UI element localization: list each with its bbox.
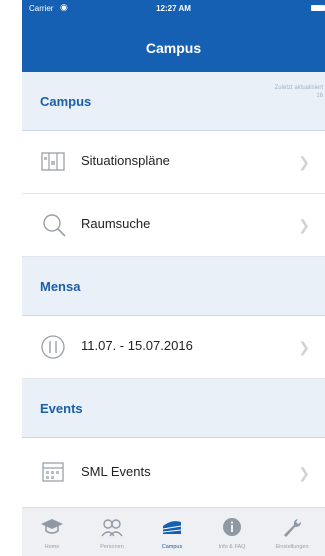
row-label-sml-events: SML Events	[81, 464, 151, 479]
section-header-events: Events	[22, 379, 325, 438]
tab-home[interactable]: Home	[22, 508, 82, 556]
people-icon	[100, 516, 124, 538]
section-title-campus: Campus	[40, 94, 92, 109]
section-title-mensa: Mensa	[40, 279, 81, 294]
row-situationsplaene[interactable]: Situationspläne ❯	[22, 131, 325, 194]
search-icon	[40, 211, 68, 239]
tab-info-faq[interactable]: Info & FAQ	[202, 508, 262, 556]
cutlery-icon	[40, 333, 68, 361]
tab-personen[interactable]: Personen	[82, 508, 142, 556]
tab-label-campus: Campus	[161, 544, 183, 550]
map-icon	[40, 148, 68, 176]
phone-screen: Carrier ◉ 12:27 AM Campus Campus Zuletzt…	[22, 0, 325, 556]
chevron-right-icon: ❯	[298, 339, 310, 355]
calendar-icon	[40, 458, 68, 486]
battery-icon	[311, 5, 325, 11]
row-label-situationsplaene: Situationspläne	[81, 153, 170, 168]
last-updated-line2: 16	[316, 93, 323, 99]
last-updated-note: Zuletzt aktualisiert 16	[275, 84, 323, 100]
tab-campus[interactable]: Campus	[142, 508, 202, 556]
row-label-raumsuche: Raumsuche	[81, 216, 151, 231]
chevron-right-icon: ❯	[298, 217, 310, 233]
page-title: Campus	[145, 40, 202, 56]
tab-einstellungen[interactable]: Einstellungen	[262, 508, 322, 556]
chevron-right-icon: ❯	[298, 154, 310, 170]
status-time: 12:27 AM	[156, 4, 191, 13]
row-label-mensa-week: 11.07. - 15.07.2016	[81, 338, 193, 353]
wrench-icon	[280, 516, 304, 538]
section-title-events: Events	[40, 401, 83, 416]
info-icon	[220, 516, 244, 538]
status-bar: Carrier ◉ 12:27 AM	[22, 0, 325, 18]
section-header-mensa: Mensa	[22, 257, 325, 316]
row-sml-events[interactable]: SML Events ❯	[22, 438, 325, 508]
nav-bar: Campus	[22, 18, 325, 72]
tab-bar: Home Personen Campus Info & FAQ Einstell…	[22, 507, 325, 556]
last-updated-line1: Zuletzt aktualisiert	[274, 85, 323, 91]
graduation-cap-icon	[40, 516, 64, 538]
tab-label-home: Home	[44, 544, 60, 550]
section-header-campus: Campus Zuletzt aktualisiert 16	[22, 72, 325, 131]
campus-building-icon	[160, 516, 184, 538]
row-raumsuche[interactable]: Raumsuche ❯	[22, 194, 325, 257]
chevron-right-icon: ❯	[298, 465, 310, 481]
tab-label-einstellungen: Einstellungen	[275, 544, 309, 550]
row-mensa-week[interactable]: 11.07. - 15.07.2016 ❯	[22, 316, 325, 379]
tab-label-info-faq: Info & FAQ	[218, 544, 246, 550]
tab-label-personen: Personen	[100, 544, 124, 550]
